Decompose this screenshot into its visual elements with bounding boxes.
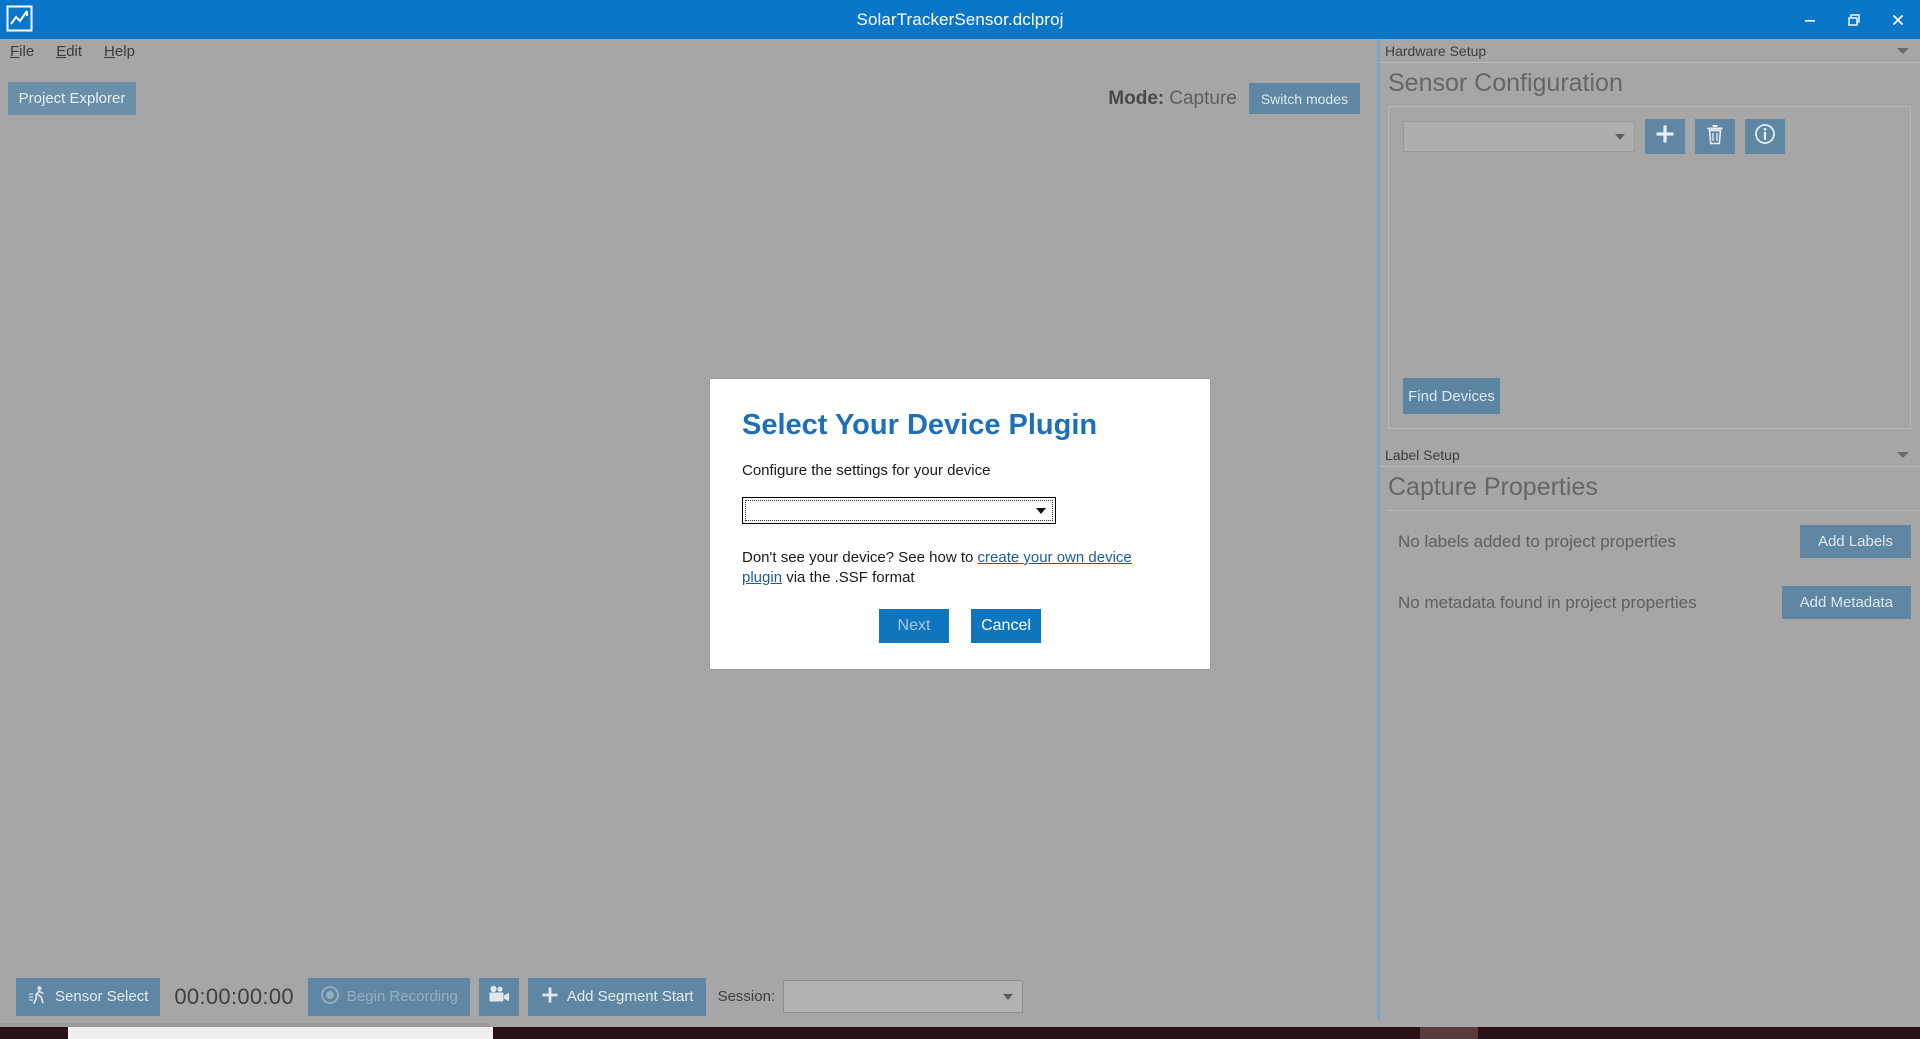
dialog-help-text: Don't see your device? See how to create… (710, 524, 1172, 588)
window-title: SolarTrackerSensor.dclproj (856, 10, 1064, 29)
chevron-down-icon (1003, 993, 1014, 1000)
trash-icon (1705, 124, 1725, 150)
menu-file-accel: F (10, 42, 20, 60)
plus-icon (540, 985, 560, 1009)
timecode-display: 00:00:00:00 (174, 983, 294, 1009)
right-side-panel: Hardware Setup Sensor Configuration Find… (1377, 39, 1920, 1020)
menu-item-file[interactable]: File (10, 43, 34, 60)
chevron-down-icon (1615, 133, 1625, 140)
info-icon (1754, 123, 1776, 150)
sensor-select-label: Sensor Select (55, 988, 149, 1005)
section-header-label-setup[interactable]: Label Setup (1380, 443, 1920, 467)
menu-help-rest: elp (114, 42, 135, 60)
label-setup-label: Label Setup (1385, 446, 1460, 463)
hardware-setup-label: Hardware Setup (1385, 42, 1487, 59)
find-devices-button[interactable]: Find Devices (1403, 378, 1500, 414)
menu-bar: File Edit Help (0, 39, 1371, 63)
sensor-configuration-box: Find Devices (1388, 106, 1911, 429)
device-plugin-dropdown[interactable] (742, 497, 1056, 524)
taskbar-left-segment (0, 1027, 68, 1039)
dialog-subtitle: Configure the settings for your device (742, 462, 991, 479)
help-prefix: Don't see your device? See how to (742, 549, 978, 566)
chevron-down-icon[interactable] (1897, 451, 1909, 458)
dialog-button-row: Next Cancel (710, 609, 1210, 643)
close-icon[interactable] (1876, 0, 1920, 39)
add-segment-start-button[interactable]: Add Segment Start (527, 977, 706, 1016)
menu-help-accel: H (104, 42, 115, 60)
help-suffix: via the .SSF format (782, 569, 915, 586)
video-camera-button[interactable] (478, 977, 519, 1016)
capture-properties-title: Capture Properties (1388, 473, 1598, 501)
walking-person-icon (28, 985, 48, 1009)
menu-file-rest: ile (19, 42, 35, 60)
video-camera-icon (487, 984, 511, 1009)
title-bar: SolarTrackerSensor.dclproj (0, 0, 1920, 39)
taskbar-active-window-segment[interactable] (68, 1027, 493, 1039)
application-window: SolarTrackerSensor.dclproj File Edit Hel… (0, 0, 1920, 1039)
select-device-plugin-dialog: Select Your Device Plugin Configure the … (710, 379, 1210, 669)
menu-edit-rest: dit (66, 42, 83, 60)
next-button[interactable]: Next (879, 609, 949, 643)
add-labels-button[interactable]: Add Labels (1799, 525, 1911, 558)
delete-sensor-button[interactable] (1695, 119, 1735, 154)
sensor-select-button[interactable]: Sensor Select (16, 977, 161, 1016)
begin-recording-label: Begin Recording (346, 988, 458, 1005)
session-label: Session: (717, 988, 776, 1005)
focus-outline (745, 500, 1053, 521)
os-taskbar (0, 1027, 1920, 1039)
sensor-configuration-row (1389, 107, 1910, 164)
menu-item-help[interactable]: Help (104, 43, 135, 60)
section-header-hardware-setup[interactable]: Hardware Setup (1380, 39, 1920, 63)
window-controls (1788, 0, 1920, 39)
menu-edit-accel: E (56, 42, 67, 60)
labels-property-row: No labels added to project properties Ad… (1388, 511, 1920, 572)
begin-recording-button[interactable]: Begin Recording (307, 977, 470, 1016)
mode-indicator: Mode: Capture Switch modes (1060, 82, 1360, 115)
cancel-button[interactable]: Cancel (971, 609, 1041, 643)
switch-modes-button[interactable]: Switch modes (1248, 83, 1360, 114)
chevron-down-icon[interactable] (1897, 47, 1909, 54)
restore-icon[interactable] (1832, 0, 1876, 39)
metadata-property-row: No metadata found in project properties … (1388, 572, 1920, 633)
minimize-icon[interactable] (1788, 0, 1832, 39)
plus-icon (1654, 123, 1676, 150)
record-circle-icon (320, 985, 340, 1009)
add-sensor-button[interactable] (1645, 119, 1685, 154)
add-segment-start-label: Add Segment Start (566, 988, 694, 1005)
mode-label: Mode: (1108, 87, 1165, 109)
sensor-info-button[interactable] (1745, 119, 1785, 154)
capture-properties-box: No labels added to project properties Ad… (1388, 510, 1920, 633)
session-dropdown[interactable] (783, 980, 1024, 1013)
mode-value: Capture (1169, 87, 1237, 109)
project-explorer-button[interactable]: Project Explorer (8, 82, 136, 115)
sensor-select-dropdown[interactable] (1403, 121, 1635, 152)
sensor-configuration-title: Sensor Configuration (1388, 69, 1623, 97)
sensor-list-empty-area (1389, 164, 1910, 378)
dialog-title: Select Your Device Plugin (742, 409, 1098, 441)
metadata-empty-text: No metadata found in project properties (1398, 592, 1697, 612)
chevron-down-icon (1036, 507, 1046, 514)
capture-bottom-toolbar: Sensor Select 00:00:00:00 Begin Recordin… (0, 970, 1371, 1023)
labels-empty-text: No labels added to project properties (1398, 531, 1676, 551)
add-metadata-button[interactable]: Add Metadata (1781, 586, 1911, 619)
menu-item-edit[interactable]: Edit (56, 43, 82, 60)
taskbar-tray-segment[interactable] (1420, 1027, 1478, 1039)
